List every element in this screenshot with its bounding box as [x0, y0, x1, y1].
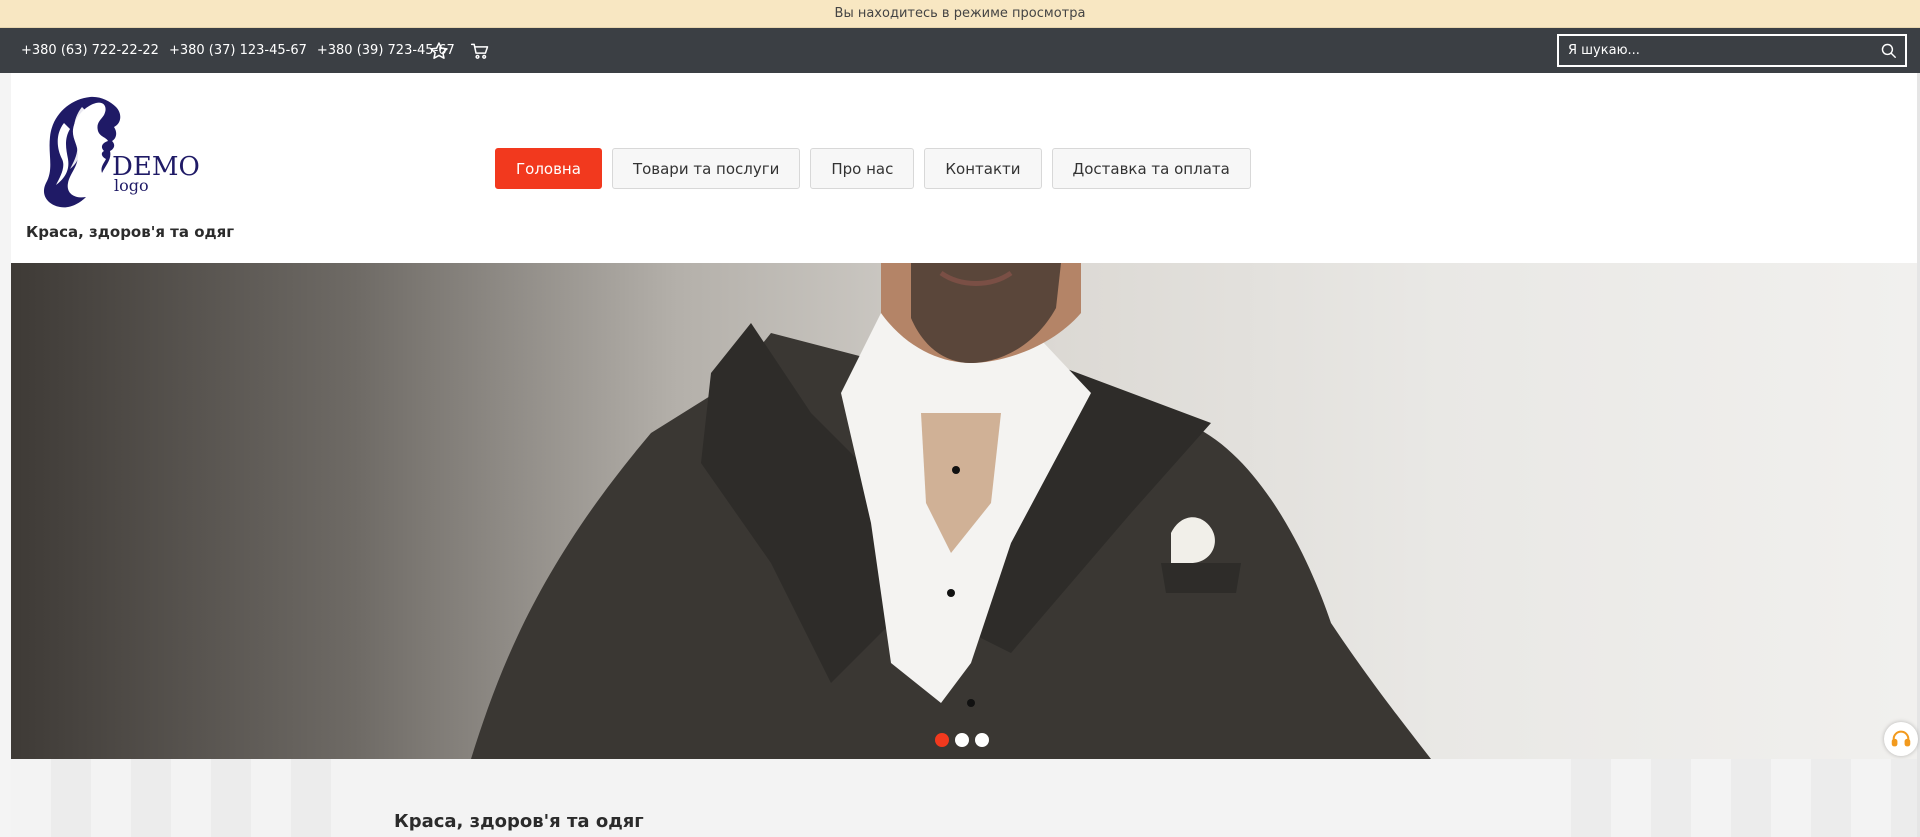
hero-slide-image	[471, 263, 1431, 759]
page-left-margin	[0, 73, 11, 837]
content-section: Краса, здоров'я та одяг	[11, 759, 1917, 837]
slider-dot-3[interactable]	[975, 733, 989, 747]
content-inner: Краса, здоров'я та одяг	[371, 759, 1561, 837]
nav-item-products[interactable]: Товари та послуги	[611, 148, 801, 189]
phone-link-1[interactable]: +380 (63) 722-22-22	[21, 43, 159, 58]
slider-dot-1[interactable]	[935, 733, 949, 747]
site-tagline: Краса, здоров'я та одяг	[26, 223, 235, 241]
cart-icon[interactable]	[469, 40, 491, 62]
top-bar: +380 (63) 722-22-22 +380 (37) 123-45-67 …	[0, 28, 1920, 73]
main-nav: Головна Товари та послуги Про нас Контак…	[495, 148, 1251, 189]
nav-item-delivery[interactable]: Доставка та оплата	[1051, 148, 1251, 189]
logo-sub-text: logo	[114, 176, 149, 195]
search-icon[interactable]	[1871, 36, 1905, 65]
phone-link-2[interactable]: +380 (37) 123-45-67	[169, 43, 307, 58]
phone-list: +380 (63) 722-22-22 +380 (37) 123-45-67 …	[21, 28, 455, 73]
site-logo[interactable]: DEMO logo	[30, 93, 200, 213]
search-box	[1557, 34, 1907, 67]
section-title: Краса, здоров'я та одяг	[394, 811, 644, 832]
headset-icon	[1891, 730, 1911, 747]
star-icon[interactable]	[428, 40, 450, 62]
search-input[interactable]	[1559, 36, 1871, 65]
preview-mode-text: Вы находитесь в режиме просмотра	[834, 6, 1086, 21]
nav-item-contacts[interactable]: Контакти	[924, 148, 1042, 189]
nav-item-about[interactable]: Про нас	[810, 148, 915, 189]
site-header: DEMO logo Краса, здоров'я та одяг Головн…	[11, 73, 1917, 263]
preview-mode-banner: Вы находитесь в режиме просмотра	[0, 0, 1920, 28]
hero-slider[interactable]	[11, 263, 1917, 759]
nav-item-home[interactable]: Головна	[495, 148, 602, 189]
slider-dot-2[interactable]	[955, 733, 969, 747]
support-chat-button[interactable]	[1884, 722, 1918, 756]
slider-dots	[935, 733, 989, 747]
